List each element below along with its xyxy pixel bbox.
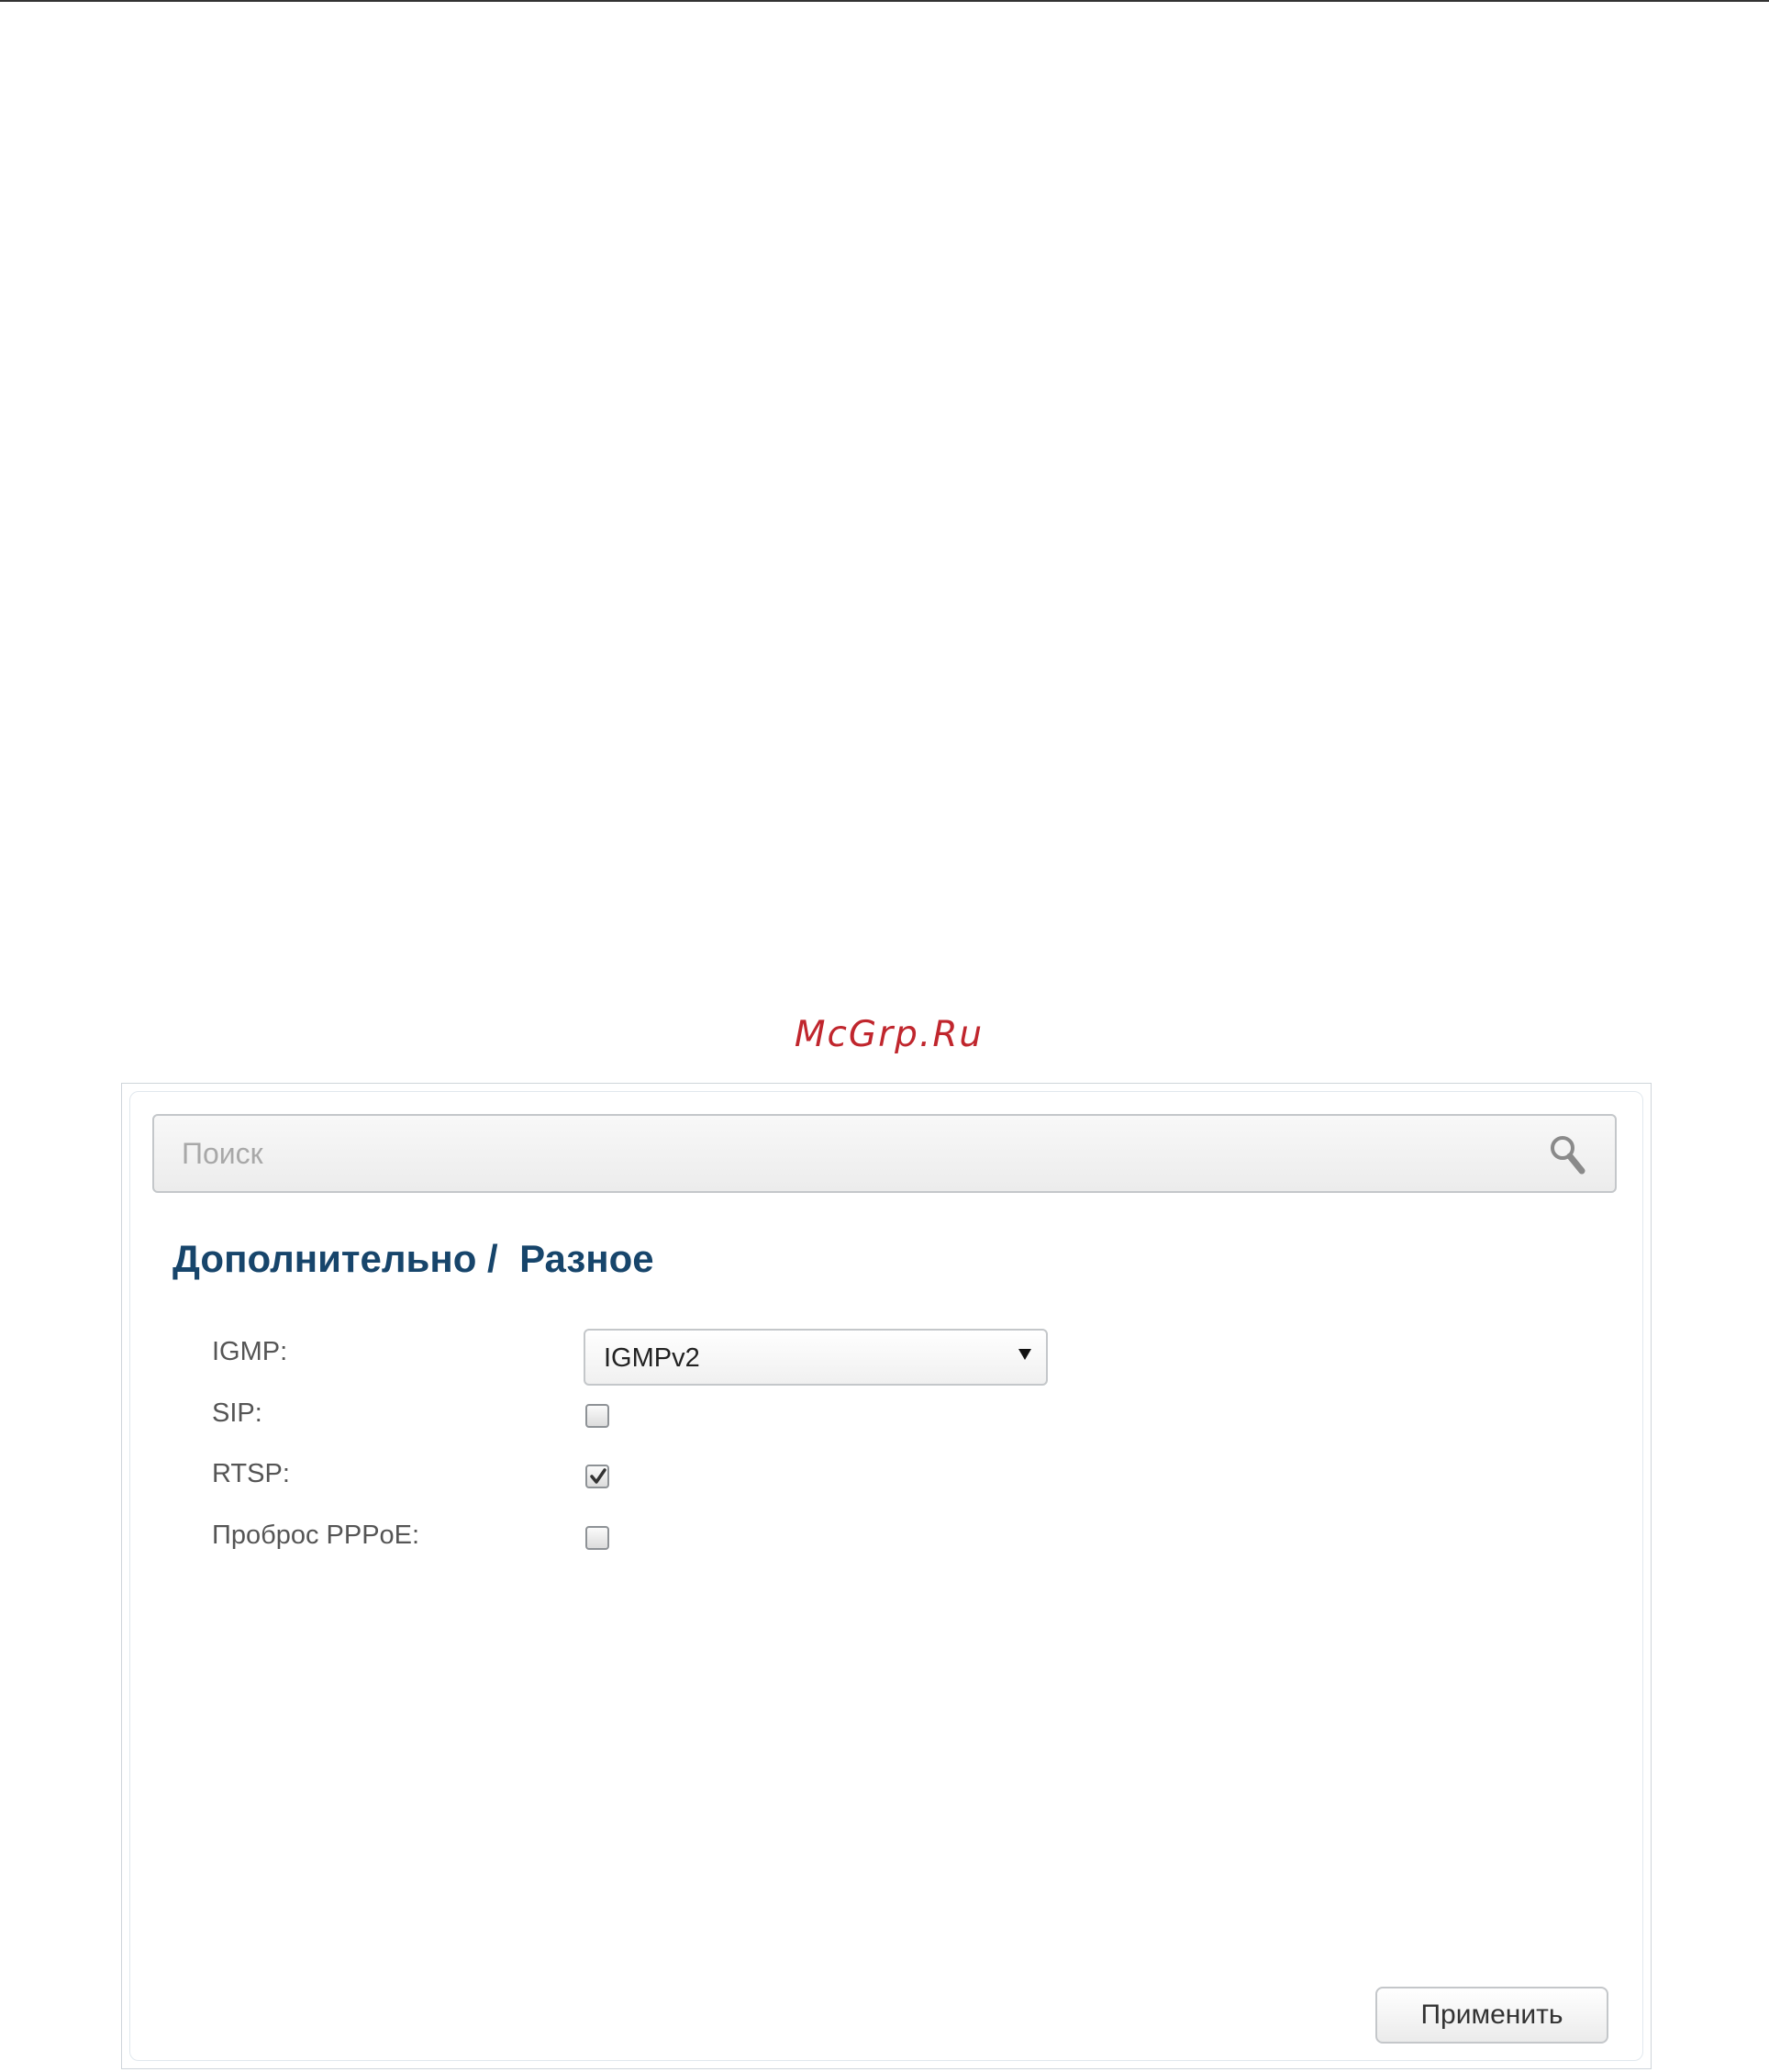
checkmark-icon	[590, 1468, 606, 1484]
watermark: McGrp.Ru	[794, 1014, 985, 1055]
search-box	[152, 1114, 1617, 1193]
search-icon[interactable]	[1547, 1132, 1589, 1178]
igmp-label: IGMP:	[212, 1337, 288, 1366]
breadcrumb-separator: /	[476, 1237, 520, 1280]
breadcrumb-section[interactable]: Дополнительно	[172, 1237, 476, 1280]
rtsp-checkbox[interactable]	[585, 1465, 609, 1488]
igmp-select-value: IGMPv2	[604, 1343, 700, 1373]
sip-label: SIP:	[212, 1398, 262, 1428]
apply-button[interactable]: Применить	[1375, 1987, 1608, 2044]
top-rule	[0, 0, 1769, 2]
igmp-select[interactable]: IGMPv2	[584, 1329, 1048, 1386]
sip-checkbox[interactable]	[585, 1404, 609, 1428]
search-input[interactable]	[182, 1116, 1521, 1191]
breadcrumb-current-page: Разное	[519, 1237, 654, 1280]
chevron-down-icon	[1018, 1349, 1031, 1360]
settings-panel	[121, 1083, 1652, 2069]
rtsp-label: RTSP:	[212, 1459, 290, 1488]
page-title: Дополнительно / Разное	[172, 1237, 654, 1281]
pppoe-passthrough-label: Проброс PPPoE:	[212, 1521, 420, 1550]
pppoe-passthrough-checkbox[interactable]	[585, 1526, 609, 1550]
